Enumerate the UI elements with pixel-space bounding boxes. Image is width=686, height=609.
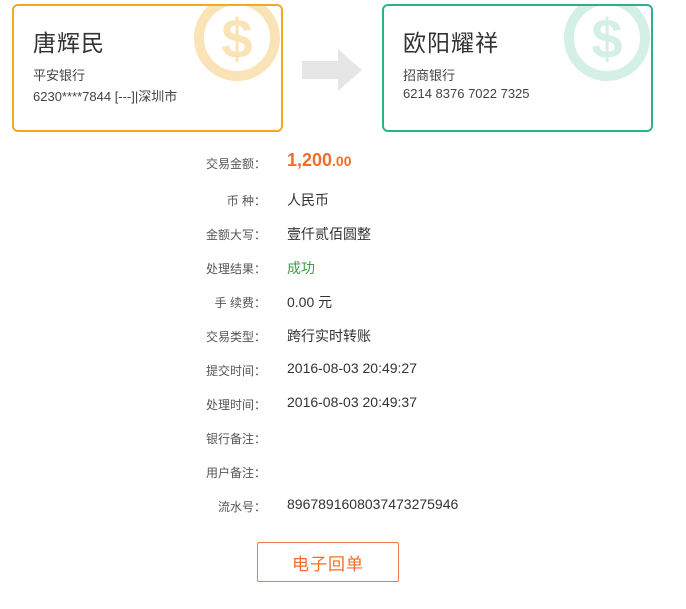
payee-account: 6214 8376 7022 7325 — [403, 86, 530, 101]
currency-label: 币 种： — [226, 194, 266, 208]
payer-bank: 平安银行 — [33, 68, 86, 83]
type-value: 跨行实时转账 — [287, 328, 371, 344]
result-status: 成功 — [287, 260, 315, 276]
payee-card: $ 欧阳耀祥 招商银行 6214 8376 7022 7325 — [382, 4, 653, 132]
serial-value: 896789160803747327594​6 — [287, 496, 459, 512]
currency-value: 人民币 — [287, 192, 329, 208]
payer-account: 6230****7844 [---]|深圳市 — [33, 89, 178, 104]
submit-time-label: 提交时间： — [205, 364, 266, 378]
submit-time-value: 2016-08-03 20:49:27 — [287, 360, 417, 376]
detail-row-serial: 流水号： 896789160803747327594​6 — [0, 494, 686, 518]
fee-value: 0.00 元 — [287, 294, 333, 310]
arrow-right-icon — [302, 49, 362, 91]
detail-row-process-time: 处理时间： 2016-08-03 20:49:37 — [0, 392, 686, 416]
bank-note-label: 银行备注： — [205, 432, 266, 446]
dollar-coin-icon: $ — [564, 6, 650, 81]
detail-row-amount-words: 金额大写： 壹仟贰佰圆整 — [0, 222, 686, 246]
serial-label: 流水号： — [217, 500, 266, 514]
process-time-label: 处理时间： — [205, 398, 266, 412]
detail-row-submit-time: 提交时间： 2016-08-03 20:49:27 — [0, 358, 686, 382]
payer-card: $ 唐辉民 平安银行 6230****7844 [---]|深圳市 — [12, 4, 283, 132]
payee-bank: 招商银行 — [403, 68, 456, 83]
amount-words-value: 壹仟贰佰圆整 — [287, 226, 371, 242]
payee-name: 欧阳耀祥 — [403, 30, 499, 56]
detail-row-bank-note: 银行备注： — [0, 426, 686, 450]
svg-text:$: $ — [591, 7, 622, 70]
e-receipt-button[interactable]: 电子回单 — [257, 542, 399, 582]
process-time-value: 2016-08-03 20:49:37 — [287, 394, 417, 410]
amount-label: 交易金额： — [205, 157, 266, 171]
payer-name: 唐辉民 — [33, 30, 105, 56]
result-label: 处理结果： — [205, 262, 266, 276]
detail-row-user-note: 用户备注： — [0, 460, 686, 484]
detail-row-currency: 币 种： 人民币 — [0, 188, 686, 212]
user-note-label: 用户备注： — [205, 466, 266, 480]
detail-row-type: 交易类型： 跨行实时转账 — [0, 324, 686, 348]
amount-value: 1,200.00 — [287, 150, 352, 170]
type-label: 交易类型： — [205, 330, 266, 344]
svg-text:$: $ — [221, 7, 252, 70]
detail-row-result: 处理结果： 成功 — [0, 256, 686, 280]
fee-label: 手 续费： — [214, 296, 266, 310]
detail-row-fee: 手 续费： 0.00 元 — [0, 290, 686, 314]
amount-words-label: 金额大写： — [205, 228, 266, 242]
detail-row-amount: 交易金额： 1,200.00 — [0, 150, 686, 175]
dollar-coin-icon: $ — [194, 6, 280, 81]
